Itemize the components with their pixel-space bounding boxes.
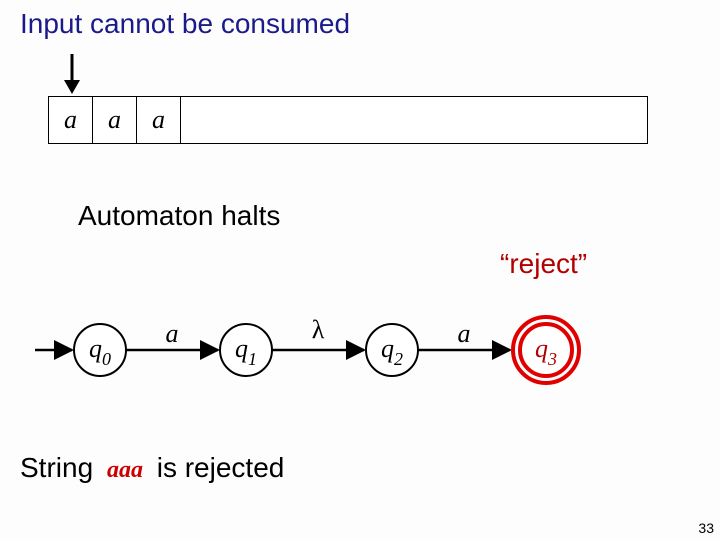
edge-label-lambda: λ [312,315,325,344]
tape-head-arrow-icon [60,52,84,96]
result-line: String aaa is rejected [20,452,284,484]
automaton-diagram: q0 a q1 λ q2 a q3 [30,300,690,400]
tape-cell: a [93,97,137,143]
state-q0-label: q [89,334,102,363]
subtitle: Automaton halts [78,200,280,232]
page-number: 33 [698,520,714,536]
edge-label-a2: a [458,319,471,348]
state-q2-label: q [381,334,394,363]
tape-cell: a [137,97,181,143]
reject-label: “reject” [500,248,587,280]
state-q3-label: q [535,334,548,363]
tape-cell: a [49,97,93,143]
slide-title: Input cannot be consumed [20,8,350,40]
state-q1-label: q [235,334,248,363]
result-string-symbol: aaa [101,457,149,483]
edge-label-a1: a [166,319,179,348]
input-tape: a a a [48,96,648,144]
tape-cell-blank [181,97,647,143]
result-prefix: String [20,452,93,483]
result-suffix: is rejected [157,452,285,483]
